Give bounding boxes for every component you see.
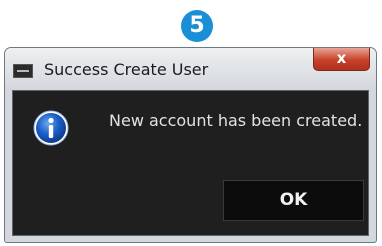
dialog-content: New account has been created. OK	[12, 90, 369, 236]
dialog-window: Success Create User x New account has be…	[4, 47, 377, 243]
info-icon	[33, 110, 69, 146]
dialog-message: New account has been created.	[109, 111, 363, 130]
dialog-title: Success Create User	[44, 60, 209, 79]
step-number-badge: 5	[181, 10, 213, 42]
close-button[interactable]: x	[313, 48, 370, 71]
ok-button[interactable]: OK	[223, 180, 364, 221]
title-bar[interactable]: Success Create User x	[5, 48, 376, 90]
app-icon	[13, 64, 33, 78]
